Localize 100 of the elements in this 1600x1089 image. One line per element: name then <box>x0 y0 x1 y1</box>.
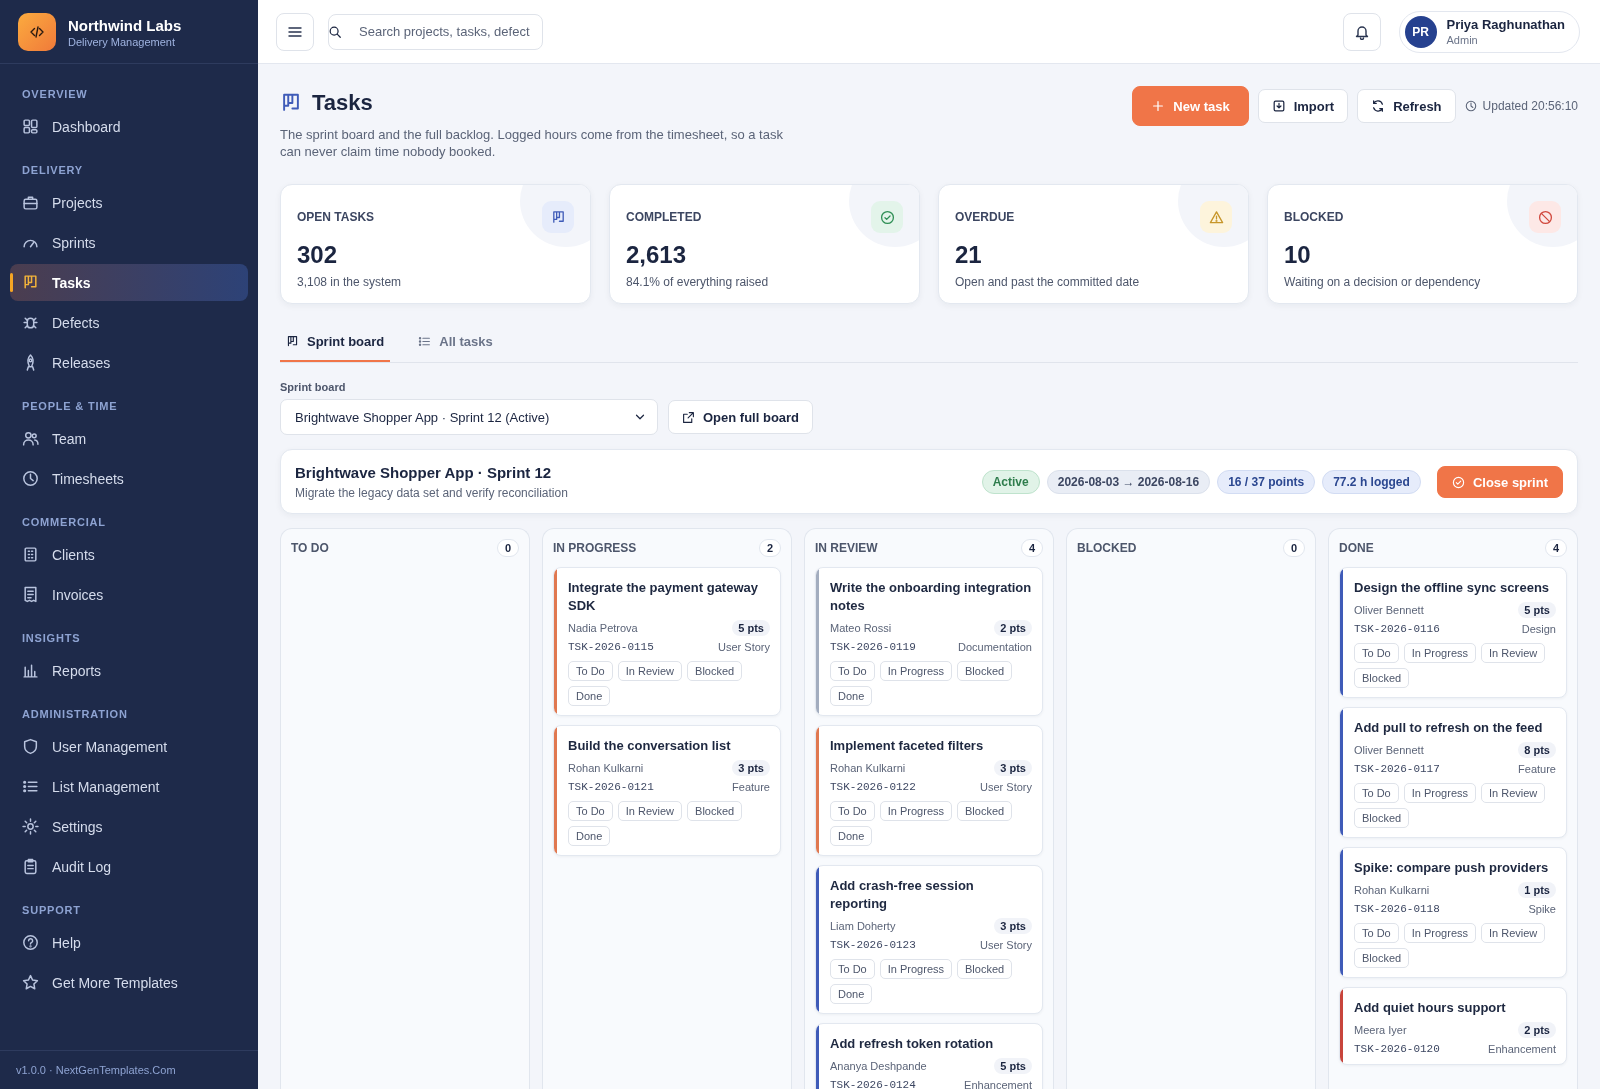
sidebar-item[interactable]: Defects <box>10 304 248 341</box>
column-title: TO DO <box>291 541 329 555</box>
move-button[interactable]: To Do <box>830 801 875 821</box>
move-button[interactable]: In Progress <box>1403 643 1476 663</box>
sidebar-item[interactable]: Dashboard <box>10 108 248 145</box>
search-icon <box>328 24 342 39</box>
move-button[interactable]: Blocked <box>687 661 743 681</box>
notifications-button[interactable] <box>1342 12 1381 51</box>
sidebar-item[interactable]: Invoices <box>10 576 248 613</box>
task-card[interactable]: Build the conversation list Rohan Kulkarni 3 pts TSK-2026-0121 Feature To Do In Review Blocked Done <box>553 725 781 856</box>
sidebar-item[interactable]: Sprints <box>10 224 248 261</box>
move-button[interactable]: In Progress <box>1403 923 1476 943</box>
move-button[interactable]: To Do <box>1354 643 1399 663</box>
move-button[interactable]: In Review <box>1481 923 1546 943</box>
sidebar-item[interactable]: Audit Log <box>10 848 248 885</box>
briefcase-icon <box>22 194 39 211</box>
search-field[interactable]: Search projects, tasks, defect <box>328 13 543 50</box>
move-button[interactable]: In Progress <box>879 801 952 821</box>
building-icon <box>22 546 39 563</box>
move-button[interactable]: Blocked <box>957 661 1013 681</box>
sidebar-item[interactable]: Timesheets <box>10 460 248 497</box>
move-button[interactable]: Blocked <box>1354 948 1410 968</box>
open-board-button[interactable]: Open full board <box>668 400 814 434</box>
move-button[interactable]: To Do <box>830 661 875 681</box>
refresh-button[interactable]: Refresh <box>1357 89 1456 123</box>
task-card[interactable]: Add quiet hours support Meera Iyer 2 pts TSK-2026-0120 Enhancement <box>1339 987 1567 1065</box>
avatar: PR <box>1404 15 1437 48</box>
tab[interactable]: All tasks <box>412 322 499 362</box>
move-button[interactable]: In Review <box>617 801 683 821</box>
sidebar-item[interactable]: Help <box>10 924 248 961</box>
task-card[interactable]: Add crash-free session reporting Liam Doherty 3 pts TSK-2026-0123 User Story To Do In Progress Blocked Done <box>815 865 1043 1014</box>
move-button[interactable]: In Review <box>1481 783 1546 803</box>
clock-icon <box>1464 100 1477 112</box>
sidebar-item[interactable]: Reports <box>10 652 248 689</box>
task-card[interactable]: Design the offline sync screens Oliver Bennett 5 pts TSK-2026-0116 Design To Do In Progress In Review Blocked <box>1339 567 1567 698</box>
task-card[interactable]: Implement faceted filters Rohan Kulkarni 3 pts TSK-2026-0122 User Story To Do In Progress Blocked Done <box>815 725 1043 856</box>
move-button[interactable]: Done <box>568 826 611 846</box>
move-button[interactable]: To Do <box>1354 783 1399 803</box>
list-icon <box>22 778 39 795</box>
move-button[interactable]: Blocked <box>957 959 1013 979</box>
move-button[interactable]: Done <box>830 984 873 1004</box>
move-button[interactable]: Blocked <box>1354 808 1410 828</box>
sidebar-item[interactable]: Team <box>10 420 248 457</box>
task-card[interactable]: Integrate the payment gateway SDK Nadia Petrova 5 pts TSK-2026-0115 User Story To Do In Review Blocked Done <box>553 567 781 716</box>
task-id: TSK-2026-0121 <box>568 781 654 793</box>
move-button[interactable]: Blocked <box>957 801 1013 821</box>
clock-icon <box>22 470 39 487</box>
points-badge: 5 pts <box>1518 602 1556 618</box>
sprint-select[interactable]: Brightwave Shopper App · Sprint 12 (Active) <box>280 399 658 435</box>
import-button[interactable]: Import <box>1257 89 1349 123</box>
sidebar-item[interactable]: Projects <box>10 184 248 221</box>
move-button[interactable]: To Do <box>830 959 875 979</box>
move-button[interactable]: In Progress <box>879 661 952 681</box>
nav-section-label: SUPPORT <box>21 903 82 918</box>
move-button[interactable]: In Progress <box>1403 783 1476 803</box>
kanban-icon <box>280 92 302 114</box>
move-button[interactable]: Done <box>830 826 873 846</box>
sidebar-item[interactable]: Get More Templates <box>10 964 248 1001</box>
move-button[interactable]: Blocked <box>1354 668 1410 688</box>
tab[interactable]: Sprint board <box>280 322 391 362</box>
move-button[interactable]: To Do <box>1354 923 1399 943</box>
stat-value: 302 <box>297 241 339 269</box>
bar-chart-icon <box>22 662 39 679</box>
page-title: Tasks <box>312 90 373 116</box>
task-card[interactable]: Spike: compare push providers Rohan Kulkarni 1 pts TSK-2026-0118 Spike To Do In Progress In Review Blocked <box>1339 847 1567 978</box>
sidebar-item[interactable]: Settings <box>10 808 248 845</box>
column-title: BLOCKED <box>1077 541 1137 555</box>
stat-note: Open and past the committed date <box>955 275 1141 289</box>
task-title: Write the onboarding integration notes <box>830 579 1032 615</box>
task-card[interactable]: Add refresh token rotation Ananya Deshpande 5 pts TSK-2026-0124 Enhancement <box>815 1023 1043 1089</box>
sidebar-item[interactable]: Releases <box>10 344 248 381</box>
task-type: Feature <box>732 781 770 793</box>
move-button[interactable]: In Progress <box>879 959 952 979</box>
move-button[interactable]: In Review <box>1481 643 1546 663</box>
nav-section-label: OVERVIEW <box>21 87 89 102</box>
move-button[interactable]: Done <box>830 686 873 706</box>
code-icon <box>29 24 45 40</box>
task-card[interactable]: Add pull to refresh on the feed Oliver Bennett 8 pts TSK-2026-0117 Feature To Do In Progress In Review Blocked <box>1339 707 1567 838</box>
move-button[interactable]: Blocked <box>687 801 743 821</box>
brand-subtitle: Delivery Management <box>68 35 176 48</box>
move-button[interactable]: To Do <box>568 801 613 821</box>
sidebar-item[interactable]: Clients <box>10 536 248 573</box>
task-title: Spike: compare push providers <box>1354 859 1550 877</box>
points-badge: 5 pts <box>732 620 770 636</box>
task-type: Documentation <box>958 641 1032 653</box>
move-button[interactable]: To Do <box>568 661 613 681</box>
assignee: Rohan Kulkarni <box>568 762 644 774</box>
task-id: TSK-2026-0122 <box>830 781 916 793</box>
sidebar-item[interactable]: User Management <box>10 728 248 765</box>
move-button[interactable]: In Review <box>617 661 683 681</box>
stat-label: OVERDUE <box>955 210 1015 224</box>
import-icon <box>1271 99 1286 113</box>
sidebar-item[interactable]: Tasks <box>10 264 248 301</box>
check-circle-icon <box>1451 475 1465 489</box>
move-button[interactable]: Done <box>568 686 611 706</box>
task-card[interactable]: Write the onboarding integration notes Mateo Rossi 2 pts TSK-2026-0119 Documentation To Do In Progress Blocked Done <box>815 567 1043 716</box>
kanban-icon <box>286 335 299 348</box>
menu-button[interactable] <box>276 12 314 51</box>
sidebar-item[interactable]: List Management <box>10 768 248 805</box>
stat-label: COMPLETED <box>626 210 702 224</box>
